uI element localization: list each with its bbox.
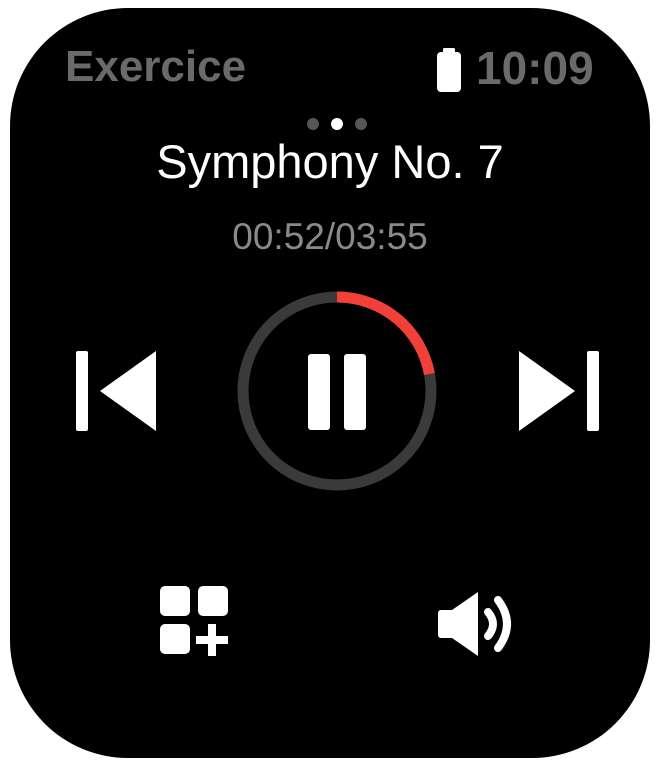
clock-time: 10:09	[476, 42, 594, 94]
pause-icon	[308, 354, 366, 430]
track-title: Symphony No. 7	[156, 135, 504, 188]
volume-icon[interactable]	[434, 590, 524, 658]
app-name: Exercice	[65, 42, 247, 91]
page-dot-active	[331, 118, 343, 130]
skip-previous-icon[interactable]	[72, 351, 162, 431]
watch-screen: Exercice 10:09 Symphony No. 7 00:52/03:5…	[10, 8, 650, 758]
pause-button[interactable]	[234, 288, 440, 494]
skip-next-icon[interactable]	[513, 351, 603, 431]
page-indicator	[307, 118, 377, 132]
track-time: 00:52/03:55	[232, 216, 428, 257]
add-to-playlist-icon[interactable]	[160, 586, 232, 658]
battery-full-icon	[437, 48, 461, 92]
page-dot	[307, 118, 319, 130]
page-dot	[355, 118, 367, 130]
